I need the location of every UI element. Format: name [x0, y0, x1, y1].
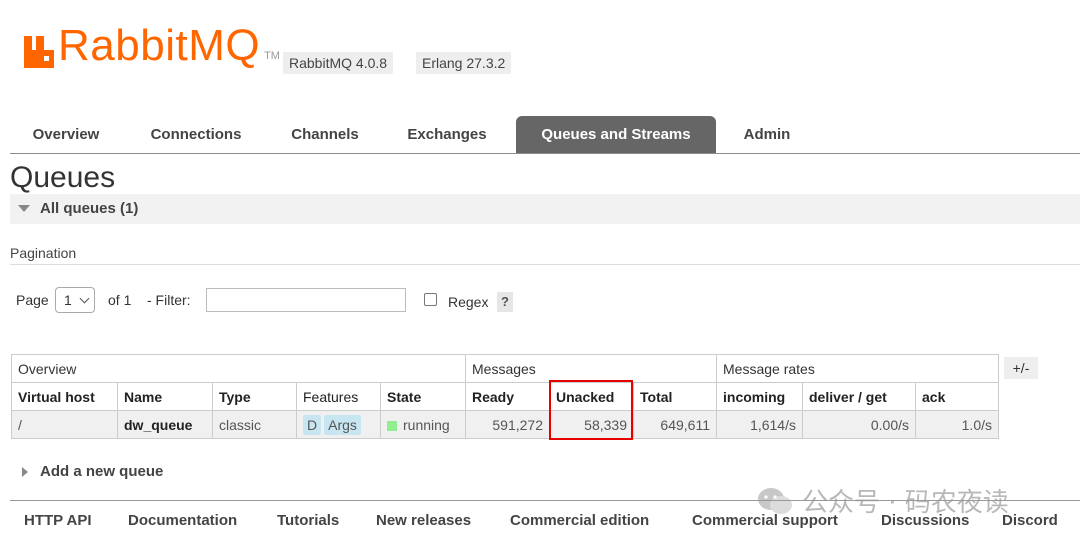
rabbitmq-version-badge: RabbitMQ 4.0.8	[283, 52, 394, 74]
feature-durable-badge: D	[303, 414, 322, 435]
page-label: Page	[16, 292, 49, 308]
pagination-heading: Pagination	[10, 245, 77, 261]
column-header-ack[interactable]: ack	[915, 382, 999, 411]
all-queues-section-toggle[interactable]: All queues (1)	[10, 194, 1080, 224]
column-header-state[interactable]: State	[380, 382, 466, 411]
column-header-virtual-host[interactable]: Virtual host	[11, 382, 118, 411]
column-header-total[interactable]: Total	[633, 382, 717, 411]
feature-args-badge: Args	[324, 414, 361, 435]
rabbitmq-logo[interactable]: RabbitMQ TM	[24, 24, 280, 68]
footer-link-http-api[interactable]: HTTP API	[24, 512, 92, 529]
footer-link-discussions[interactable]: Discussions	[881, 512, 969, 529]
footer-link-commercial-support[interactable]: Commercial support	[692, 512, 838, 529]
tab-channels[interactable]: Channels	[272, 116, 378, 153]
cell-unacked: 58,339	[549, 410, 634, 439]
column-header-incoming[interactable]: incoming	[716, 382, 803, 411]
cell-type: classic	[212, 410, 297, 439]
collapse-triangle-icon	[18, 205, 30, 212]
add-queue-label: Add a new queue	[40, 463, 164, 480]
column-header-ready[interactable]: Ready	[465, 382, 550, 411]
footer-link-new-releases[interactable]: New releases	[376, 512, 471, 529]
page-title: Queues	[10, 161, 116, 194]
cell-total: 649,611	[633, 410, 717, 439]
cell-features: D Args	[296, 410, 381, 439]
divider	[10, 264, 1080, 265]
state-running-icon	[387, 420, 397, 431]
state-label: running	[403, 416, 450, 433]
cell-ack: 1.0/s	[915, 410, 999, 439]
page-select[interactable]: 1	[55, 287, 95, 313]
column-header-unacked[interactable]: Unacked	[549, 382, 634, 411]
footer-link-commercial-edition[interactable]: Commercial edition	[510, 512, 649, 529]
tab-admin[interactable]: Admin	[730, 116, 804, 153]
page-count-label: of 1	[108, 292, 132, 308]
tab-exchanges[interactable]: Exchanges	[388, 116, 506, 153]
cell-incoming: 1,614/s	[716, 410, 803, 439]
column-header-features: Features	[296, 382, 381, 411]
tab-queues-and-streams[interactable]: Queues and Streams	[516, 116, 716, 153]
column-header-deliver-get[interactable]: deliver / get	[802, 382, 916, 411]
queues-table: Overview Messages Message rates Virtual …	[11, 354, 999, 439]
cell-deliver-get: 0.00/s	[802, 410, 916, 439]
filter-label: - Filter:	[147, 292, 191, 308]
chevron-down-icon	[79, 293, 90, 304]
logo-text: RabbitMQ	[58, 21, 261, 70]
page-select-value: 1	[64, 292, 72, 308]
queue-name-link[interactable]: dw_queue	[117, 410, 213, 439]
tab-connections[interactable]: Connections	[132, 116, 260, 153]
group-header-messages: Messages	[465, 354, 717, 383]
regex-help-button[interactable]: ?	[497, 292, 513, 312]
cell-ready: 591,272	[465, 410, 550, 439]
header: RabbitMQ TM RabbitMQ 4.0.8 Erlang 27.3.2	[0, 0, 1080, 90]
group-header-overview: Overview	[11, 354, 466, 383]
footer-link-documentation[interactable]: Documentation	[128, 512, 237, 529]
column-header-type[interactable]: Type	[212, 382, 297, 411]
column-header-name[interactable]: Name	[117, 382, 213, 411]
rabbit-logo-icon	[24, 28, 54, 68]
all-queues-label: All queues (1)	[40, 200, 139, 217]
add-queue-toggle[interactable]: Add a new queue	[22, 463, 163, 480]
tab-overview[interactable]: Overview	[10, 116, 122, 153]
footer-link-discord[interactable]: Discord	[1002, 512, 1058, 529]
table-row: / dw_queue classic D Args running 591,272…	[11, 410, 999, 439]
cell-virtual-host: /	[11, 410, 118, 439]
column-toggle-button[interactable]: +/-	[1004, 357, 1038, 379]
group-header-message-rates: Message rates	[716, 354, 999, 383]
filter-input[interactable]	[206, 288, 406, 312]
regex-label: Regex	[448, 294, 489, 310]
logo-trademark: TM	[264, 50, 280, 62]
footer-divider	[10, 500, 1080, 501]
main-nav-tabs: Overview Connections Channels Exchanges …	[10, 116, 1080, 154]
regex-checkbox[interactable]	[424, 293, 437, 306]
footer-link-tutorials[interactable]: Tutorials	[277, 512, 339, 529]
expand-triangle-icon	[22, 467, 28, 478]
cell-state: running	[380, 410, 466, 439]
erlang-version-badge: Erlang 27.3.2	[416, 52, 512, 74]
